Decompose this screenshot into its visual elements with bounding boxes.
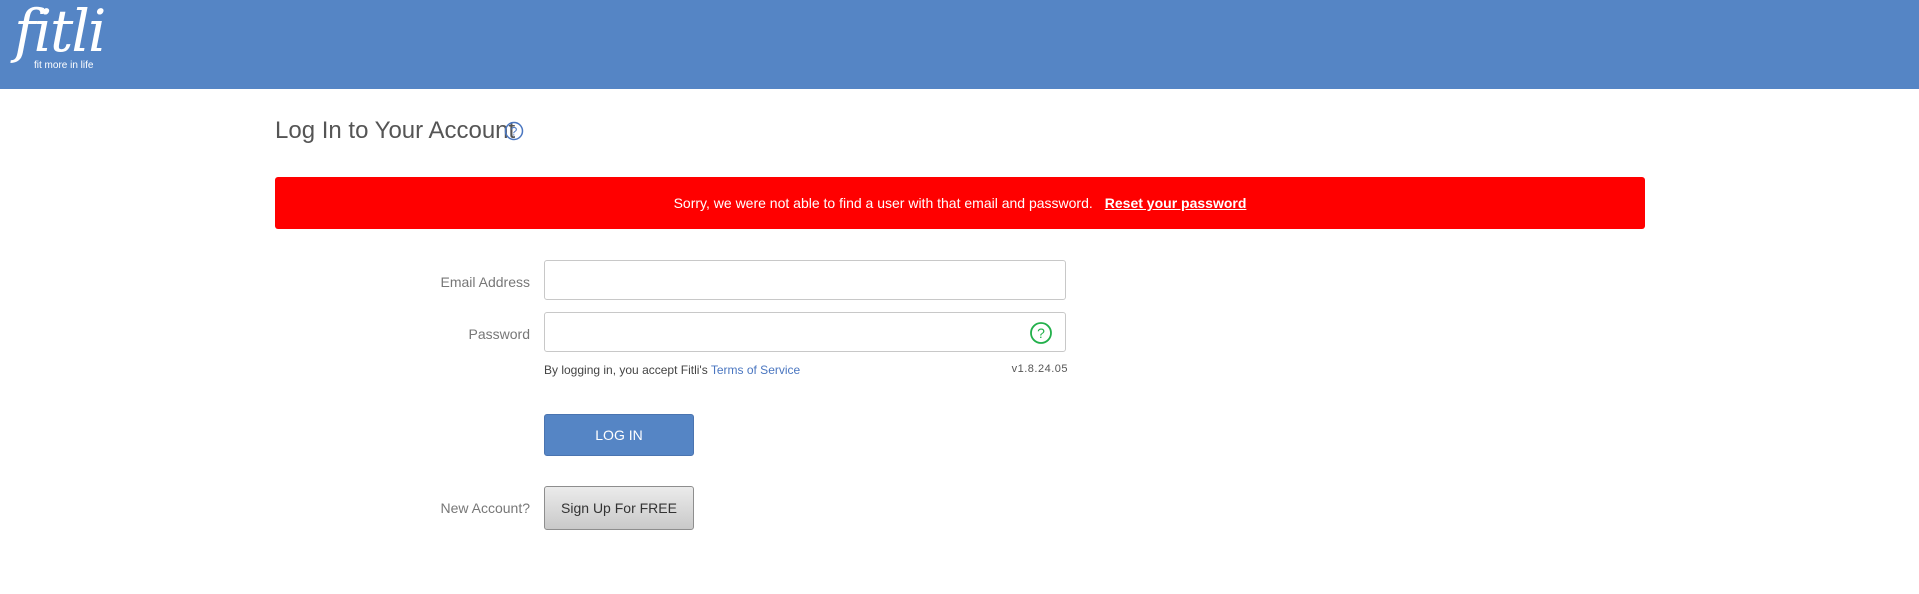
fitli-logo[interactable]: fitli fit more in life	[14, 0, 114, 80]
svg-text:?: ?	[1037, 325, 1045, 341]
reset-password-link[interactable]: Reset your password	[1105, 195, 1247, 211]
email-label: Email Address	[440, 274, 530, 290]
page-title: Log In to Your Account	[275, 117, 516, 144]
terms-of-service-link[interactable]: Terms of Service	[711, 363, 800, 377]
error-message: Sorry, we were not able to find a user w…	[673, 195, 1093, 211]
signup-button[interactable]: Sign Up For FREE	[544, 486, 694, 530]
login-button[interactable]: LOG IN	[544, 414, 694, 456]
password-field[interactable]	[544, 312, 1066, 352]
logo-wordmark: fitli	[14, 0, 106, 65]
terms-notice: By logging in, you accept Fitli's Terms …	[544, 363, 800, 377]
email-field[interactable]	[544, 260, 1066, 300]
top-header-bar: fitli fit more in life	[0, 0, 1919, 89]
logo-tagline: fit more in life	[34, 60, 94, 71]
svg-text:?: ?	[511, 125, 518, 139]
terms-prefix: By logging in, you accept Fitli's	[544, 363, 708, 377]
password-help-icon[interactable]: ?	[1029, 321, 1053, 345]
password-label: Password	[468, 326, 530, 342]
question-circle-icon[interactable]: ?	[504, 121, 524, 141]
error-banner: Sorry, we were not able to find a user w…	[275, 177, 1645, 229]
version-label: v1.8.24.05	[1011, 363, 1068, 375]
new-account-label: New Account?	[440, 500, 531, 516]
